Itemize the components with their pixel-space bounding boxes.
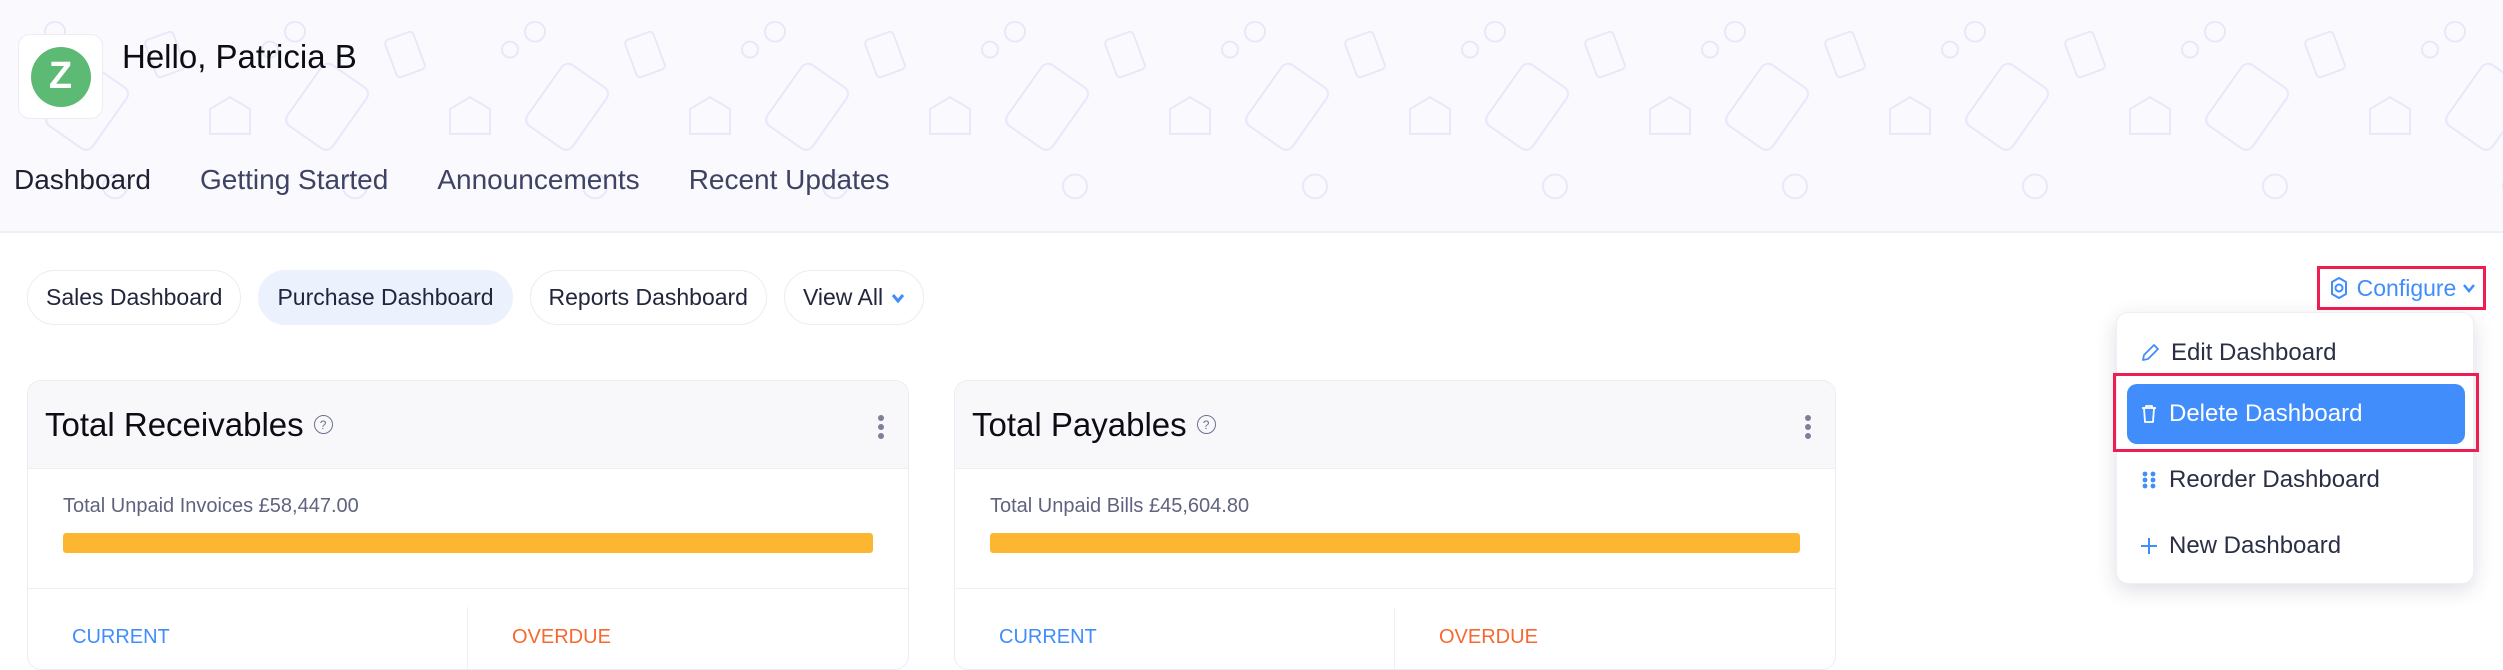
tab-getting-started[interactable]: Getting Started bbox=[200, 164, 388, 231]
edit-dashboard-label: Edit Dashboard bbox=[2171, 339, 2337, 366]
reports-dashboard-pill[interactable]: Reports Dashboard bbox=[529, 270, 767, 325]
progress-track bbox=[990, 533, 1800, 553]
help-icon[interactable]: ? bbox=[1196, 415, 1216, 434]
tab-recent-updates[interactable]: Recent Updates bbox=[689, 164, 890, 231]
progress-track bbox=[63, 533, 873, 553]
more-options-icon[interactable] bbox=[878, 415, 884, 439]
logo-icon: Z bbox=[30, 46, 91, 107]
sales-dashboard-pill[interactable]: Sales Dashboard bbox=[27, 270, 242, 325]
card-footer: CURRENT OVERDUE bbox=[955, 589, 1835, 669]
card-title: Total Payables bbox=[972, 405, 1187, 443]
reorder-dashboard-item[interactable]: Reorder Dashboard bbox=[2127, 450, 2465, 510]
overdue-label[interactable]: OVERDUE bbox=[1395, 589, 1835, 669]
gear-icon bbox=[2330, 277, 2347, 299]
current-label[interactable]: CURRENT bbox=[955, 607, 1395, 669]
new-dashboard-item[interactable]: New Dashboard bbox=[2127, 516, 2465, 576]
progress-fill bbox=[63, 533, 873, 553]
view-all-button[interactable]: View All bbox=[783, 270, 925, 325]
plus-icon bbox=[2141, 538, 2157, 554]
card-footer: CURRENT OVERDUE bbox=[28, 589, 908, 669]
drag-handle-icon bbox=[2142, 471, 2156, 489]
org-logo[interactable]: Z bbox=[18, 34, 103, 119]
chevron-down-icon bbox=[2463, 284, 2476, 293]
card-body: Total Unpaid Bills £45,604.80 bbox=[955, 469, 1835, 589]
card-title: Total Receivables bbox=[45, 405, 304, 443]
reorder-dashboard-label: Reorder Dashboard bbox=[2169, 466, 2380, 493]
chevron-down-icon bbox=[891, 293, 905, 303]
progress-fill bbox=[990, 533, 1800, 553]
new-dashboard-label: New Dashboard bbox=[2169, 532, 2342, 559]
unpaid-total: Total Unpaid Bills £45,604.80 bbox=[990, 495, 1250, 517]
card-body: Total Unpaid Invoices £58,447.00 bbox=[28, 469, 908, 589]
home-tabs: Dashboard Getting Started Announcements … bbox=[14, 164, 938, 231]
delete-highlight-frame bbox=[2113, 373, 2479, 452]
card-header: Total Payables ? bbox=[955, 381, 1835, 469]
total-payables-card: Total Payables ? Total Unpaid Bills £45,… bbox=[954, 380, 1836, 670]
tab-announcements[interactable]: Announcements bbox=[437, 164, 639, 231]
configure-button[interactable]: Configure bbox=[2317, 266, 2486, 310]
more-options-icon[interactable] bbox=[1805, 415, 1811, 439]
header-banner: Z Hello, Patricia B Dashboard Getting St… bbox=[0, 0, 2503, 233]
dashboard-switcher: Sales Dashboard Purchase Dashboard Repor… bbox=[27, 270, 925, 325]
greeting-title: Hello, Patricia B bbox=[122, 38, 357, 75]
overdue-label[interactable]: OVERDUE bbox=[468, 589, 908, 669]
help-icon[interactable]: ? bbox=[313, 415, 333, 434]
current-label[interactable]: CURRENT bbox=[28, 607, 468, 669]
view-all-label: View All bbox=[802, 284, 884, 310]
total-receivables-card: Total Receivables ? Total Unpaid Invoice… bbox=[27, 380, 909, 670]
configure-label: Configure bbox=[2356, 274, 2457, 301]
unpaid-total: Total Unpaid Invoices £58,447.00 bbox=[63, 495, 359, 517]
card-header: Total Receivables ? bbox=[28, 381, 908, 469]
purchase-dashboard-pill[interactable]: Purchase Dashboard bbox=[258, 270, 513, 325]
tab-dashboard[interactable]: Dashboard bbox=[14, 164, 151, 231]
pencil-icon bbox=[2142, 344, 2159, 361]
